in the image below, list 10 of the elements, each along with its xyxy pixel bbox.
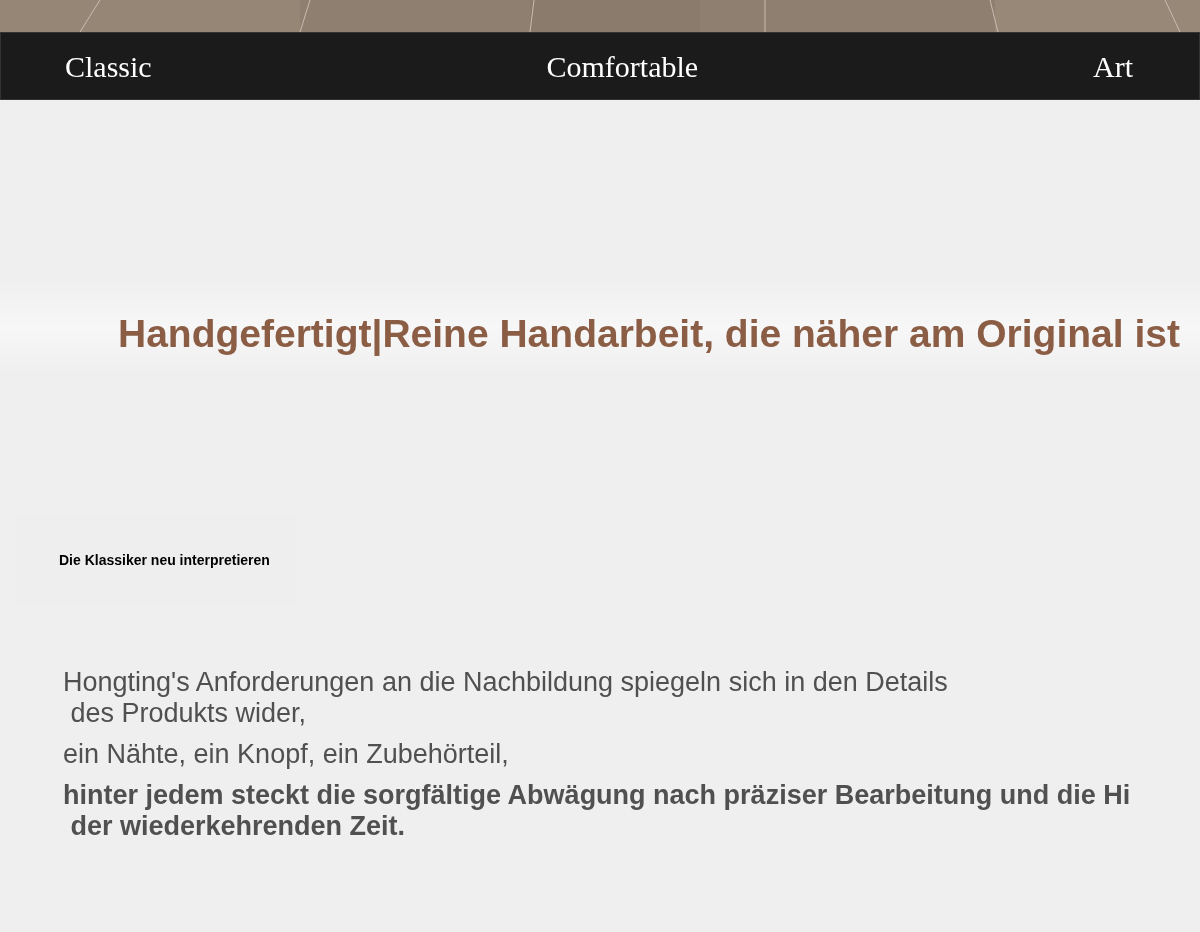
paragraph-line: Hongting's Anforderungen an die Nachbildung spiegeln sich in den Details [63, 667, 948, 698]
paragraph-line: des Produkts wider, [69, 698, 307, 729]
tagline: Die Klassiker neu interpretieren [59, 550, 270, 570]
headline: Handgefertigt|Reine Handarbeit, die näher am Original ist [118, 311, 1180, 358]
paragraph-line: hinter jedem steckt die sorgfältige Abwägung nach präziser Bearbeitung und die Hi [63, 780, 1131, 811]
paragraph-line: ein Nähte, ein Knopf, ein Zubehörteil, [63, 739, 509, 770]
paragraph-line: der wiederkehrenden Zeit. [69, 811, 406, 842]
nav-link[interactable]: Art [1093, 43, 1133, 89]
nav-link[interactable]: Comfortable [546, 43, 699, 89]
nav-link[interactable]: Classic [65, 43, 152, 89]
